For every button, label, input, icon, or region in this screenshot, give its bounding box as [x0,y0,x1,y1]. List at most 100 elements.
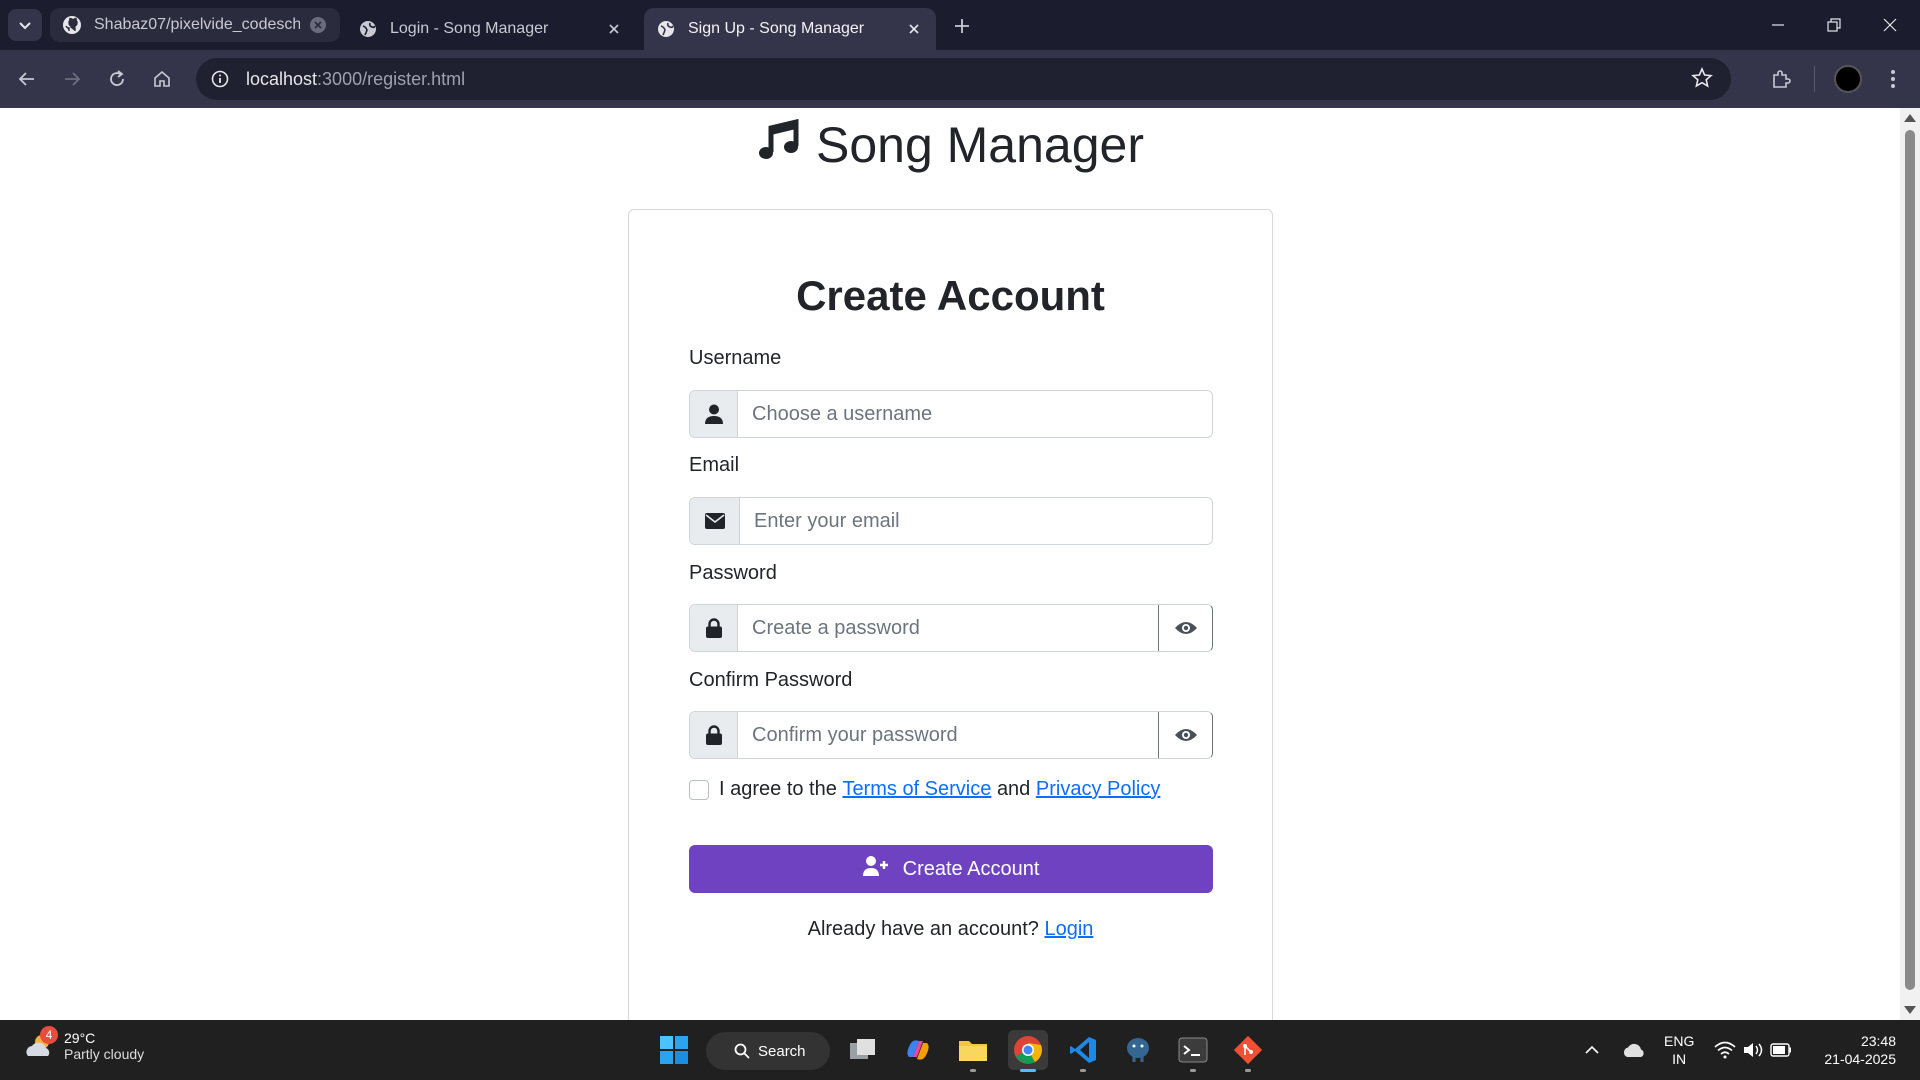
system-clock[interactable]: 23:48 21-04-2025 [1824,1032,1896,1068]
postgresql-icon [1127,1038,1149,1062]
clock-date: 21-04-2025 [1824,1051,1896,1067]
postgresql-button[interactable] [1118,1030,1158,1070]
extensions-button[interactable] [1764,62,1798,96]
eye-icon [1174,729,1197,741]
reload-icon [110,70,124,86]
create-account-button[interactable]: Create Account [689,845,1213,893]
scroll-up-icon[interactable] [1904,114,1916,122]
weather-widget[interactable]: 4 29°C Partly cloudy [24,1026,145,1062]
username-input[interactable] [738,391,1212,437]
password-input[interactable] [738,605,1158,651]
login-link[interactable]: Login [1044,918,1093,940]
tab-search-button[interactable] [8,9,42,41]
git-button[interactable] [1228,1030,1268,1072]
tab-login[interactable]: Login - Song Manager [346,8,636,50]
restore-button[interactable] [1814,10,1854,40]
battery-icon [1770,1043,1791,1057]
terms-agreement: I agree to the Terms of Service and Priv… [689,778,1160,801]
onedrive-button[interactable] [1614,1030,1654,1070]
close-tab-icon[interactable] [904,19,924,39]
confirm-password-input[interactable] [738,712,1158,758]
page-scrollbar[interactable] [1900,108,1920,1020]
file-explorer-button[interactable] [953,1030,993,1072]
password-group [689,604,1213,652]
privacy-policy-link[interactable]: Privacy Policy [1036,778,1160,801]
vscode-button[interactable] [1063,1030,1103,1072]
terminal-button[interactable] [1173,1030,1213,1072]
toggle-password-visibility-button[interactable] [1158,605,1212,651]
signup-card: Create Account Username Email Password [628,209,1273,1020]
plus-icon [955,19,969,33]
windows-logo-icon [660,1036,688,1064]
scrollbar-thumb[interactable] [1905,130,1915,990]
create-account-button-label: Create Account [902,857,1040,880]
volume-icon [1744,1043,1763,1057]
weather-desc: Partly cloudy [64,1046,145,1062]
close-icon [1883,18,1897,32]
profile-button[interactable] [1831,62,1865,96]
task-view-button[interactable] [843,1030,883,1070]
task-view-icon [850,1039,875,1059]
running-indicator [1080,1069,1086,1072]
url-text: localhost:3000/register.html [246,69,465,90]
url-path: :3000/register.html [317,68,466,89]
back-button[interactable] [10,62,44,96]
taskbar-search-label: Search [758,1042,806,1060]
scroll-down-icon[interactable] [1904,1006,1916,1014]
url-host: localhost [246,68,318,89]
quick-settings-button[interactable] [1708,1030,1798,1070]
minimize-button[interactable] [1758,10,1798,40]
tab-github[interactable]: Shabaz07/pixelvide_codeschool [50,8,340,42]
terms-of-service-link[interactable]: Terms of Service [842,778,991,801]
show-hidden-icons-button[interactable] [1572,1030,1612,1070]
new-tab-button[interactable] [950,14,974,38]
user-icon [690,391,738,437]
running-indicator [1190,1069,1196,1072]
home-icon [154,70,170,87]
cloud-icon [1623,1043,1644,1057]
avatar [1834,65,1862,93]
copilot-button[interactable] [898,1030,938,1070]
address-bar[interactable]: localhost:3000/register.html [196,58,1731,100]
close-tab-icon[interactable] [308,15,328,35]
start-button[interactable] [654,1030,694,1070]
tab-title: Shabaz07/pixelvide_codeschool [94,16,300,33]
chrome-button[interactable] [1008,1030,1048,1072]
chrome-icon [1014,1036,1042,1064]
reload-button[interactable] [100,62,134,96]
chevron-down-icon [19,22,31,30]
language-line2: IN [1672,1051,1687,1067]
language-indicator[interactable]: ENG IN [1664,1032,1694,1068]
copilot-icon [907,1040,929,1060]
taskbar-search[interactable]: Search [706,1032,830,1070]
close-tab-icon[interactable] [604,19,624,39]
toggle-confirm-visibility-button[interactable] [1158,712,1212,758]
restore-icon [1827,18,1841,32]
terms-checkbox[interactable] [689,779,709,800]
login-prompt: Already have an account? Login [629,918,1272,941]
git-icon [1233,1035,1263,1065]
email-group [689,497,1213,545]
arrow-left-icon [18,72,34,86]
github-icon [62,15,82,35]
lock-icon [690,712,738,758]
home-button[interactable] [145,62,179,96]
globe-icon [358,19,378,39]
browser-menu-button[interactable] [1876,62,1910,96]
email-input[interactable] [740,498,1212,544]
close-window-button[interactable] [1870,10,1910,40]
eye-icon [1174,622,1197,634]
envelope-icon [690,498,740,544]
terms-prefix: I agree to the [719,778,837,800]
tab-title: Sign Up - Song Manager [688,20,865,37]
bookmark-star-icon[interactable] [1691,66,1713,94]
forward-button[interactable] [55,62,89,96]
weather-badge: 4 [40,1026,58,1044]
clock-time: 23:48 [1860,1033,1896,1049]
username-label: Username [689,347,782,369]
tab-title: Login - Song Manager [390,20,549,37]
tab-signup[interactable]: Sign Up - Song Manager [644,8,936,50]
site-info-icon[interactable] [208,67,232,91]
language-line1: ENG [1664,1033,1695,1049]
windows-taskbar: 4 29°C Partly cloudy Search ENG IN 23:48… [0,1020,1920,1080]
